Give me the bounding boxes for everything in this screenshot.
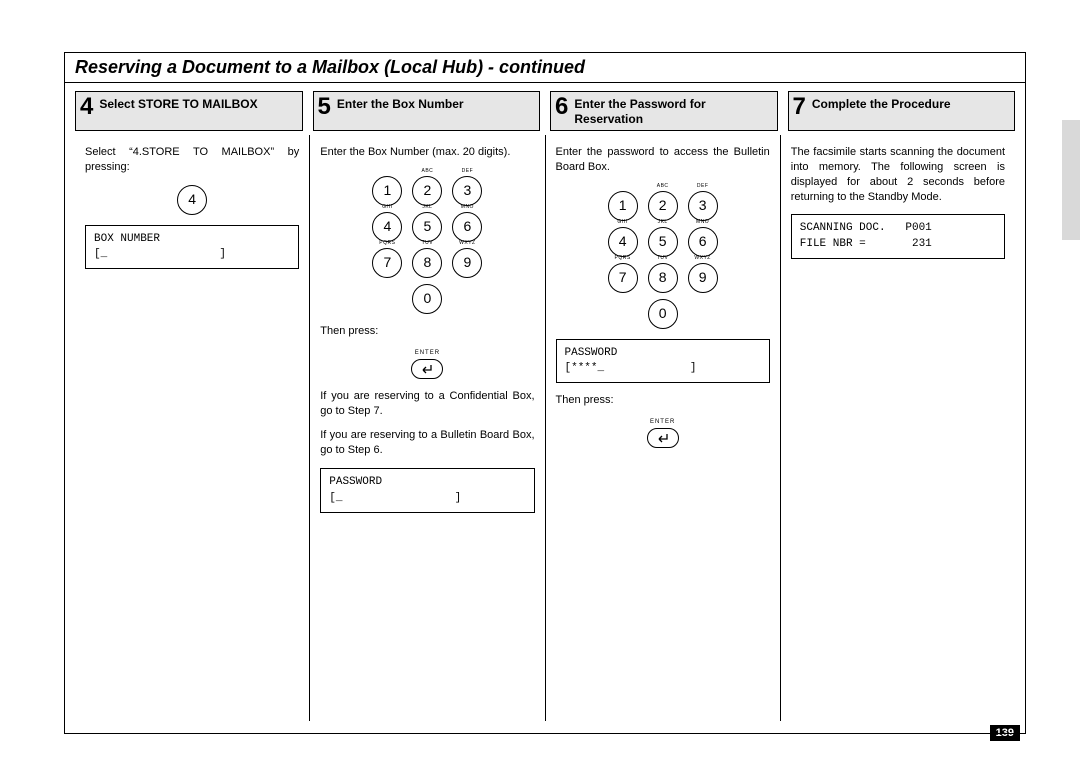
keypad-key-1: 1 bbox=[608, 191, 638, 221]
enter-label: ENTER bbox=[320, 349, 534, 357]
keypad-key-0: 0 bbox=[648, 299, 678, 329]
enter-key-6: ENTER bbox=[556, 418, 770, 448]
keypad-letters-4: GHI bbox=[609, 219, 637, 226]
step-6-lcd: PASSWORD [****_ ] bbox=[556, 339, 770, 384]
step-5-text: Enter the Box Number (max. 20 digits). bbox=[320, 145, 534, 160]
step-4-lcd: BOX NUMBER [_ ] bbox=[85, 225, 299, 270]
keypad-key-1: 1 bbox=[372, 176, 402, 206]
keypad-letters-2: ABC bbox=[413, 168, 441, 175]
keypad-key-3: 3DEF bbox=[452, 176, 482, 206]
keypad-letters-7: PQRS bbox=[609, 255, 637, 262]
keypad-key-9: 9WXYZ bbox=[452, 248, 482, 278]
step-4-text: Select “4.STORE TO MAILBOX” by pressing: bbox=[85, 145, 299, 175]
enter-key-5: ENTER bbox=[320, 349, 534, 379]
keypad-key-7: 7PQRS bbox=[608, 263, 638, 293]
keypad-key-7: 7PQRS bbox=[372, 248, 402, 278]
step-5-then: Then press: bbox=[320, 324, 534, 339]
step-5-column: Enter the Box Number (max. 20 digits). 1… bbox=[309, 135, 544, 721]
step-4-number: 4 bbox=[80, 95, 93, 119]
step-7-column: The facsimile starts scanning the docume… bbox=[780, 135, 1015, 721]
columns: Select “4.STORE TO MAILBOX” by pressing:… bbox=[65, 131, 1025, 731]
keypad-key-5: 5JKL bbox=[648, 227, 678, 257]
keypad-letters-7: PQRS bbox=[373, 240, 401, 247]
step-6-header: 6 Enter the Password for Reservation bbox=[550, 91, 778, 131]
step-4-title: Select STORE TO MAILBOX bbox=[99, 95, 257, 112]
keypad-key-6: 6MNO bbox=[452, 212, 482, 242]
keypad-key-3: 3DEF bbox=[688, 191, 718, 221]
keypad-letters-9: WXYZ bbox=[689, 255, 717, 262]
keypad-letters-2: ABC bbox=[649, 183, 677, 190]
step-7-header: 7 Complete the Procedure bbox=[788, 91, 1016, 131]
keypad-illustration-5: 1 2ABC 3DEF 4GHI 5JKL 6MNO 7PQRS 8TUV 9WXYZ 0 bbox=[367, 170, 487, 314]
keypad-letters-5: JKL bbox=[413, 204, 441, 211]
keypad-letters-4: GHI bbox=[373, 204, 401, 211]
step-6-column: Enter the password to access the Bulleti… bbox=[545, 135, 780, 721]
key-4-illustration: 4 bbox=[164, 185, 220, 215]
keypad-letters-8: TUV bbox=[413, 240, 441, 247]
step-7-lcd: SCANNING DOC. P001 FILE NBR = 231 bbox=[791, 214, 1005, 259]
step-5-title: Enter the Box Number bbox=[337, 95, 464, 112]
enter-icon bbox=[411, 359, 443, 379]
step-6-number: 6 bbox=[555, 95, 568, 119]
step-4-header: 4 Select STORE TO MAILBOX bbox=[75, 91, 303, 131]
keypad-key-8: 8TUV bbox=[648, 263, 678, 293]
page-thumb-tab bbox=[1062, 120, 1080, 240]
enter-icon bbox=[647, 428, 679, 448]
step-5-number: 5 bbox=[318, 95, 331, 119]
keypad-key-4: 4GHI bbox=[608, 227, 638, 257]
keypad-letters-6: MNO bbox=[689, 219, 717, 226]
keypad-letters-3: DEF bbox=[689, 183, 717, 190]
enter-label: ENTER bbox=[556, 418, 770, 426]
keypad-key-2: 2ABC bbox=[648, 191, 678, 221]
step-5-header: 5 Enter the Box Number bbox=[313, 91, 541, 131]
step-6-then: Then press: bbox=[556, 393, 770, 408]
step-headers: 4 Select STORE TO MAILBOX 5 Enter the Bo… bbox=[65, 83, 1025, 131]
keypad-key-8: 8TUV bbox=[412, 248, 442, 278]
keypad-key-2: 2ABC bbox=[412, 176, 442, 206]
step-5-text-2: If you are reserving to a Confidential B… bbox=[320, 389, 534, 419]
content-frame: Reserving a Document to a Mailbox (Local… bbox=[64, 52, 1026, 734]
keypad-letters-6: MNO bbox=[453, 204, 481, 211]
step-7-text: The facsimile starts scanning the docume… bbox=[791, 145, 1005, 204]
keypad-letters-9: WXYZ bbox=[453, 240, 481, 247]
keypad-key-4: 4GHI bbox=[372, 212, 402, 242]
page-title: Reserving a Document to a Mailbox (Local… bbox=[65, 53, 1025, 83]
keypad-key-0: 0 bbox=[412, 284, 442, 314]
step-7-title: Complete the Procedure bbox=[812, 95, 951, 112]
keypad-illustration-6: 1 2ABC 3DEF 4GHI 5JKL 6MNO 7PQRS 8TUV 9WXYZ 0 bbox=[603, 185, 723, 329]
step-5-text-3: If you are reserving to a Bulletin Board… bbox=[320, 428, 534, 458]
keypad-key-6: 6MNO bbox=[688, 227, 718, 257]
keypad-letters-5: JKL bbox=[649, 219, 677, 226]
step-6-title: Enter the Password for Reservation bbox=[574, 95, 770, 127]
step-7-number: 7 bbox=[793, 95, 806, 119]
keypad-letters-8: TUV bbox=[649, 255, 677, 262]
step-5-lcd: PASSWORD [_ ] bbox=[320, 468, 534, 513]
keypad-key-4: 4 bbox=[177, 185, 207, 215]
step-6-text: Enter the password to access the Bulleti… bbox=[556, 145, 770, 175]
keypad-key-9: 9WXYZ bbox=[688, 263, 718, 293]
keypad-key-5: 5JKL bbox=[412, 212, 442, 242]
keypad-letters-3: DEF bbox=[453, 168, 481, 175]
step-4-column: Select “4.STORE TO MAILBOX” by pressing:… bbox=[75, 135, 309, 721]
